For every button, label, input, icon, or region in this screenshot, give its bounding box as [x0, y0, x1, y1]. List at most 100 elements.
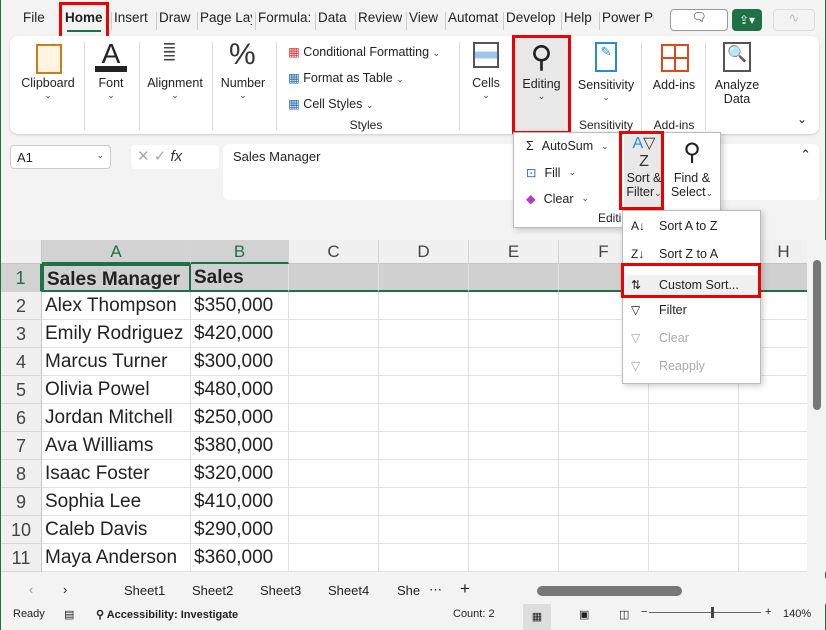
- cell-C6[interactable]: [289, 404, 379, 432]
- row-header-11[interactable]: 11: [1, 544, 42, 572]
- tab-power-pi[interactable]: Power Pi: [602, 10, 654, 25]
- column-header-A[interactable]: A: [42, 240, 191, 264]
- tab-file[interactable]: File: [23, 10, 47, 25]
- cell-E1[interactable]: [469, 264, 559, 292]
- column-header-B[interactable]: B: [191, 240, 289, 264]
- cell-C3[interactable]: [289, 320, 379, 348]
- cell-F6[interactable]: [559, 404, 649, 432]
- activity-button[interactable]: ∿: [773, 9, 815, 31]
- cell-D9[interactable]: [379, 488, 469, 516]
- zoom-out-icon[interactable]: −: [641, 606, 647, 618]
- cell-B5[interactable]: $480,000: [191, 376, 289, 404]
- autosum-button[interactable]: Σ AutoSum ⌄: [526, 139, 609, 153]
- row-header-3[interactable]: 3: [1, 320, 42, 348]
- next-sheet-icon[interactable]: ›: [63, 582, 67, 597]
- cell-E8[interactable]: [469, 460, 559, 488]
- cell-C10[interactable]: [289, 516, 379, 544]
- collapse-ribbon-icon[interactable]: ⌄: [797, 112, 807, 126]
- row-header-6[interactable]: 6: [1, 404, 42, 432]
- fill-button[interactable]: ⊡ Fill ⌄: [526, 165, 576, 181]
- cell-A3[interactable]: Emily Rodriguez: [42, 320, 191, 348]
- row-header-4[interactable]: 4: [1, 348, 42, 376]
- sheet-tab-3[interactable]: Sheet3: [260, 583, 301, 598]
- cell-E9[interactable]: [469, 488, 559, 516]
- cell-H8[interactable]: [739, 460, 807, 488]
- cell-E2[interactable]: [469, 292, 559, 320]
- tab-data[interactable]: Data: [318, 10, 348, 25]
- cell-G11[interactable]: [649, 544, 739, 572]
- number-button[interactable]: Number ⌄: [215, 76, 271, 101]
- cell-F11[interactable]: [559, 544, 649, 572]
- row-header-7[interactable]: 7: [1, 432, 42, 460]
- cell-C5[interactable]: [289, 376, 379, 404]
- cell-G6[interactable]: [649, 404, 739, 432]
- cell-F9[interactable]: [559, 488, 649, 516]
- tab-formula-[interactable]: Formula:: [258, 10, 310, 25]
- comments-button[interactable]: 🗨: [670, 9, 728, 31]
- cell-A8[interactable]: Isaac Foster: [42, 460, 191, 488]
- column-header-D[interactable]: D: [379, 240, 469, 264]
- cell-D3[interactable]: [379, 320, 469, 348]
- cell-E7[interactable]: [469, 432, 559, 460]
- cell-H6[interactable]: [739, 404, 807, 432]
- row-header-5[interactable]: 5: [1, 376, 42, 404]
- more-sheets-icon[interactable]: ⋯: [429, 582, 442, 598]
- macro-icon[interactable]: ▤: [64, 608, 74, 621]
- cell-B3[interactable]: $420,000: [191, 320, 289, 348]
- cell-A10[interactable]: Caleb Davis: [42, 516, 191, 544]
- cell-A5[interactable]: Olivia Powel: [42, 376, 191, 404]
- cell-E11[interactable]: [469, 544, 559, 572]
- cell-C8[interactable]: [289, 460, 379, 488]
- sensitivity-button[interactable]: Sensitivity ⌄: [575, 78, 637, 103]
- cell-E5[interactable]: [469, 376, 559, 404]
- font-button[interactable]: Font ⌄: [89, 76, 133, 101]
- cell-E10[interactable]: [469, 516, 559, 544]
- zoom-slider[interactable]: [649, 607, 761, 618]
- sheet-tab-4[interactable]: Sheet4: [328, 583, 369, 598]
- prev-sheet-icon[interactable]: ‹: [29, 582, 33, 597]
- cell-D4[interactable]: [379, 348, 469, 376]
- cell-C7[interactable]: [289, 432, 379, 460]
- cell-C9[interactable]: [289, 488, 379, 516]
- tab-page-lay[interactable]: Page Lay: [200, 10, 252, 25]
- cell-D11[interactable]: [379, 544, 469, 572]
- cell-A9[interactable]: Sophia Lee: [42, 488, 191, 516]
- vertical-scrollbar[interactable]: [807, 240, 826, 572]
- cell-A6[interactable]: Jordan Mitchell: [42, 404, 191, 432]
- sheet-tab-1[interactable]: Sheet1: [124, 583, 165, 598]
- share-button[interactable]: ⇪▾: [732, 9, 762, 31]
- cell-E3[interactable]: [469, 320, 559, 348]
- cell-A7[interactable]: Ava Williams: [42, 432, 191, 460]
- cell-F7[interactable]: [559, 432, 649, 460]
- zoom-in-icon[interactable]: +: [765, 606, 771, 618]
- cell-B6[interactable]: $250,000: [191, 404, 289, 432]
- editing-button[interactable]: ⚲ Editing ⌄: [515, 38, 568, 131]
- cell-G10[interactable]: [649, 516, 739, 544]
- cell-B7[interactable]: $380,000: [191, 432, 289, 460]
- cell-D10[interactable]: [379, 516, 469, 544]
- tab-insert[interactable]: Insert: [114, 10, 148, 25]
- cell-C4[interactable]: [289, 348, 379, 376]
- column-header-C[interactable]: C: [289, 240, 379, 264]
- cell-D5[interactable]: [379, 376, 469, 404]
- addins-button[interactable]: Add-ins: [647, 78, 701, 92]
- row-header-10[interactable]: 10: [1, 516, 42, 544]
- cell-B4[interactable]: $300,000: [191, 348, 289, 376]
- cell-G8[interactable]: [649, 460, 739, 488]
- cell-styles-button[interactable]: ▦ Cell Styles ⌄: [288, 96, 373, 111]
- select-all-corner[interactable]: [1, 240, 42, 264]
- tab-develop[interactable]: Develop: [506, 10, 556, 25]
- normal-view-button[interactable]: ▦: [523, 604, 551, 630]
- sort-a-to-z-menu-item[interactable]: A↓ Sort A to Z: [631, 219, 717, 233]
- cell-D2[interactable]: [379, 292, 469, 320]
- cell-E6[interactable]: [469, 404, 559, 432]
- cell-C1[interactable]: [289, 264, 379, 292]
- cell-F10[interactable]: [559, 516, 649, 544]
- tab-automat[interactable]: Automat: [448, 10, 500, 25]
- conditional-formatting-button[interactable]: ▦ Conditional Formatting ⌄: [288, 44, 440, 59]
- row-header-9[interactable]: 9: [1, 488, 42, 516]
- cell-B9[interactable]: $410,000: [191, 488, 289, 516]
- clear-filter-menu-item[interactable]: ▽ Clear: [631, 331, 689, 345]
- tab-draw[interactable]: Draw: [159, 10, 191, 25]
- cell-B1[interactable]: Sales: [191, 264, 289, 292]
